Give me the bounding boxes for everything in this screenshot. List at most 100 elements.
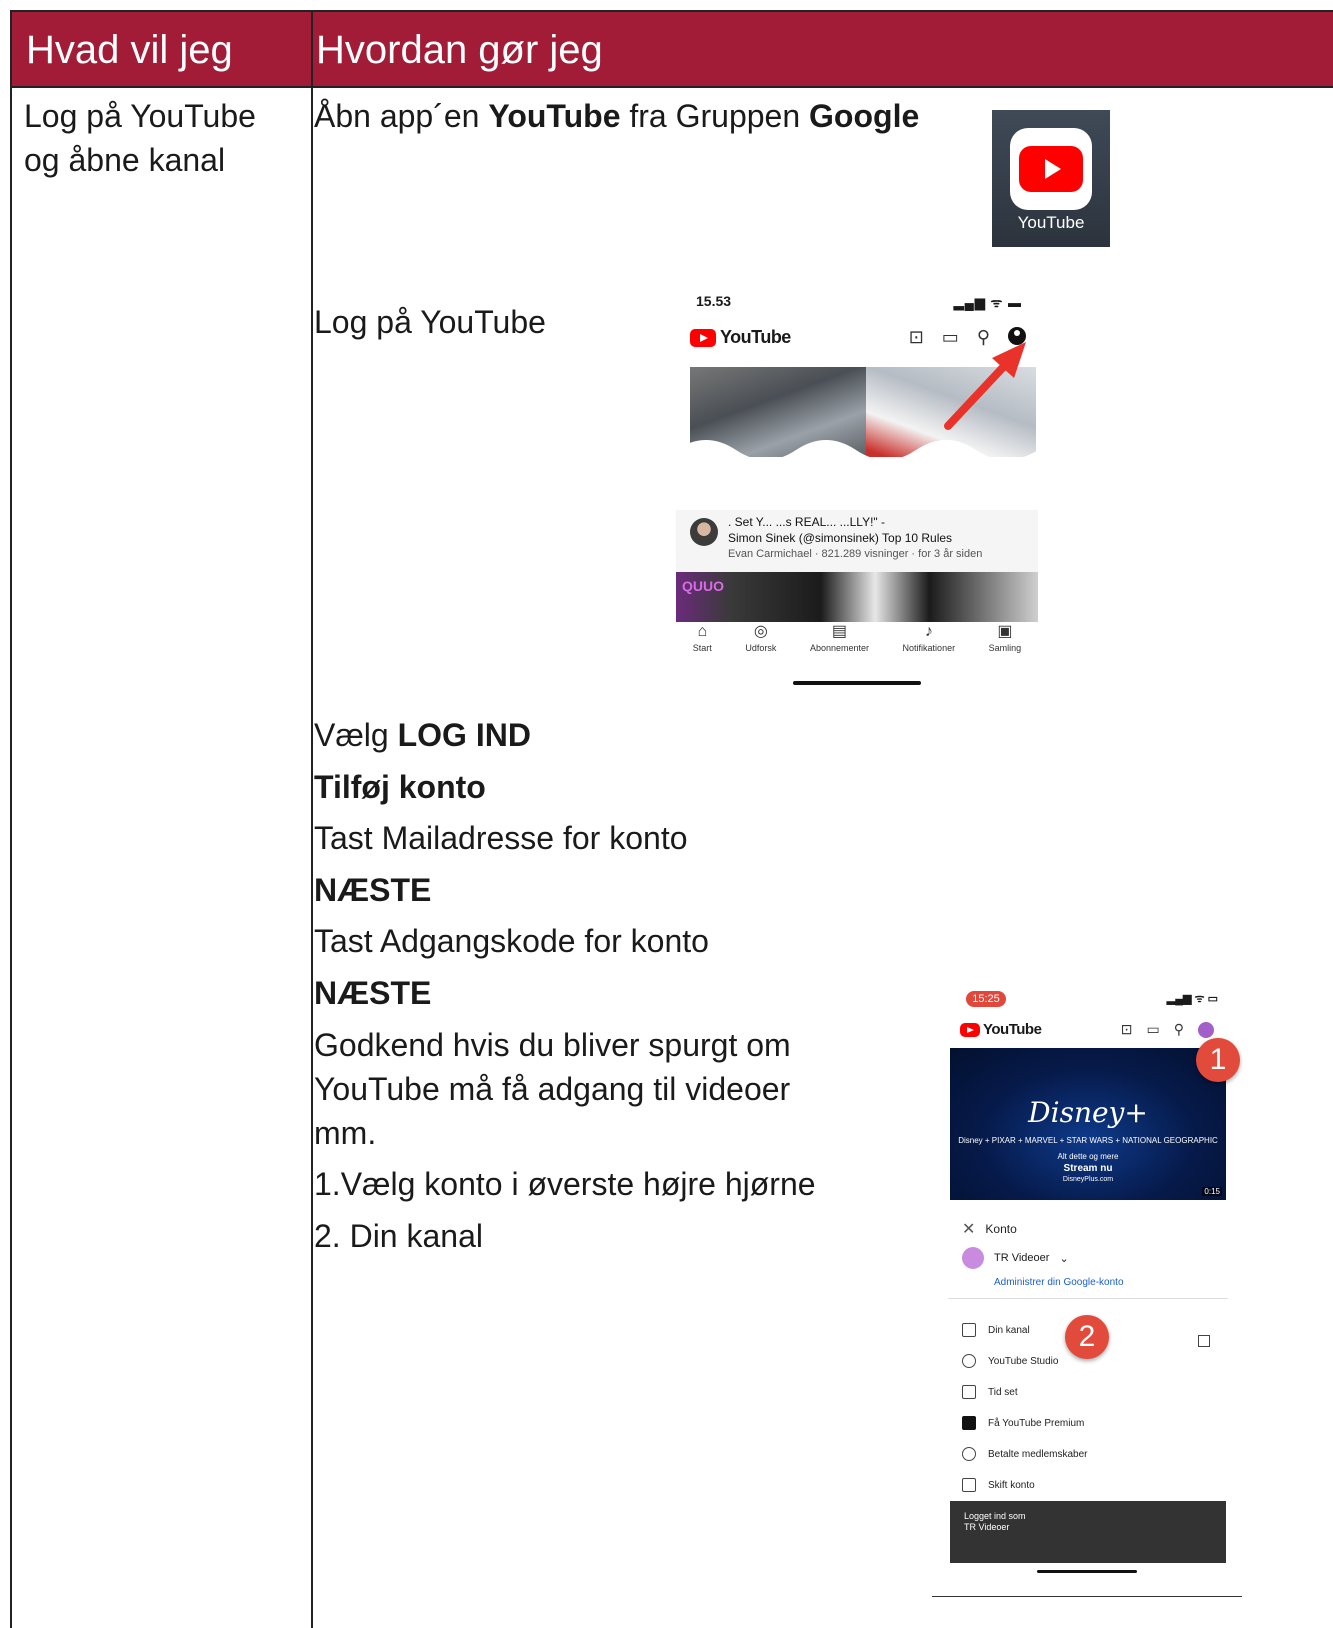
step-login: Log på YouTube — [314, 304, 546, 340]
banner-duration: 0:15 — [1202, 1187, 1222, 1196]
cast-icon[interactable]: ⊡ — [909, 327, 924, 348]
step-open-prefix: Åbn app´en — [314, 98, 489, 134]
menu-item-studio[interactable]: YouTube Studio — [962, 1354, 1058, 1368]
banner-partners: Disney + PIXAR + MARVEL + STAR WARS + NA… — [958, 1136, 1218, 1145]
status-time: 15.53 — [696, 293, 732, 309]
nav-notifications[interactable]: ♪ Notifikationer — [903, 623, 956, 663]
home-indicator — [1037, 1570, 1137, 1573]
nav-label: Start — [692, 643, 712, 653]
compass-icon: ◎ — [753, 623, 768, 640]
step-badge-2: 2 — [1065, 1315, 1109, 1359]
step-bold: LOG IND — [397, 717, 531, 753]
bell-icon: ♪ — [924, 623, 933, 640]
step-open-app: Åbn app´en YouTube fra Gruppen Google — [314, 94, 919, 139]
cast-icon[interactable]: ⊡ — [1121, 1021, 1133, 1038]
account-icon[interactable] — [1198, 1021, 1214, 1038]
nav-label: Notifikationer — [902, 643, 956, 653]
banner-line3: DisneyPlus.com — [1062, 1176, 1114, 1183]
account-menu-header: ✕ Konto — [962, 1219, 1017, 1239]
header-col-how: Hvordan gør jeg — [316, 28, 603, 72]
thumbnail-tag: QUUO — [682, 578, 724, 594]
divider — [948, 1298, 1228, 1299]
table-header: Hvad vil jeg Hvordan gør jeg — [12, 12, 1333, 88]
column-divider — [311, 12, 313, 1628]
library-icon: ▣ — [997, 623, 1013, 640]
youtube-logo: YouTube — [690, 327, 791, 348]
channel-icon — [962, 1323, 976, 1337]
banner-line2: Stream nu — [1063, 1163, 1113, 1174]
youtube-logo-tile — [1010, 128, 1092, 210]
step-approve-line3: mm. — [314, 1115, 377, 1151]
banner-line1: Alt dette og mere — [1057, 1152, 1119, 1161]
video-info[interactable]: . Set Y... ...s REAL... ...LLY!" - Simon… — [676, 510, 1038, 572]
video-title-line2: Simon Sinek (@simonsinek) Top 10 Rules — [728, 531, 953, 545]
switch-account-icon — [962, 1478, 976, 1492]
studio-gear-icon — [962, 1354, 976, 1368]
youtube-logo-text: YouTube — [720, 327, 791, 347]
video-thumbnail[interactable]: QUUO — [676, 572, 1038, 622]
disney-ad-banner[interactable]: Disney+ Disney + PIXAR + MARVEL + STAR W… — [950, 1048, 1226, 1200]
menu-item-label: Tid set — [988, 1386, 1018, 1398]
step-next-2: NÆSTE — [314, 975, 432, 1011]
step-open-group: Google — [809, 98, 920, 134]
youtube-logo-text: YouTube — [983, 1021, 1042, 1038]
manage-google-account-link[interactable]: Administrer din Google-konto — [994, 1277, 1124, 1288]
step-next-1: NÆSTE — [314, 872, 432, 908]
search-icon[interactable]: ⚲ — [1174, 1021, 1184, 1038]
step-add-account: Tilføj konto — [314, 769, 486, 805]
chart-icon — [962, 1385, 976, 1399]
close-icon[interactable]: ✕ — [962, 1219, 975, 1239]
account-row[interactable]: TR Videoer ⌄ — [962, 1247, 1069, 1269]
avatar — [962, 1247, 984, 1269]
red-arrow-icon — [944, 342, 1026, 430]
menu-item-premium[interactable]: Få YouTube Premium — [962, 1416, 1084, 1430]
channel-avatar[interactable] — [690, 518, 718, 546]
youtube-logo-icon — [690, 328, 716, 347]
step-enter-email: Tast Mailadresse for konto — [314, 820, 688, 856]
app-icon-label: YouTube — [1017, 213, 1085, 232]
task-line-2: og åbne kanal — [24, 142, 226, 178]
youtube-logo: YouTube — [960, 1021, 1042, 1038]
nav-library[interactable]: ▣ Samling — [989, 623, 1022, 663]
nav-start[interactable]: ⌂ Start — [693, 623, 712, 663]
subscriptions-icon: ▤ — [831, 623, 848, 640]
home-indicator — [793, 681, 921, 685]
nav-label: Samling — [988, 643, 1022, 653]
status-icons: ▂▄▆ ᯤ ▬ — [953, 295, 1022, 310]
step-open-middle: fra Gruppen — [620, 98, 810, 134]
image-underline — [932, 1596, 1242, 1597]
menu-item-label: Skift konto — [988, 1479, 1035, 1491]
menu-item-memberships[interactable]: Betalte medlemskaber — [962, 1447, 1088, 1461]
step-approve-line2: YouTube må få adgang til videoer — [314, 1071, 791, 1107]
toast-line2: TR Videoer — [964, 1522, 1010, 1532]
menu-item-label: Betalte medlemskaber — [988, 1448, 1088, 1460]
video-title-line1: . Set Y... ...s REAL... ...LLY!" - — [728, 515, 885, 529]
nav-label: Abonnementer — [809, 643, 869, 653]
menu-item-your-channel[interactable]: Din kanal — [962, 1323, 1030, 1337]
nav-label: Udforsk — [745, 643, 777, 653]
video-title[interactable]: . Set Y... ...s REAL... ...LLY!" - Simon… — [728, 514, 952, 546]
camera-icon[interactable]: ▭ — [1147, 1021, 1160, 1038]
account-name: TR Videoer — [994, 1252, 1050, 1264]
external-link-icon — [1198, 1335, 1210, 1347]
step-your-channel: 2. Din kanal — [314, 1218, 483, 1254]
step-approve-line1: Godkend hvis du bliver spurgt om — [314, 1027, 791, 1063]
header-col-what: Hvad vil jeg — [26, 28, 233, 72]
step-badge-1: 1 — [1196, 1038, 1240, 1082]
nav-explore[interactable]: ◎ Udforsk — [745, 623, 776, 663]
bottom-nav: ⌂ Start ◎ Udforsk ▤ Abonnementer ♪ Notifikat… — [676, 623, 1038, 663]
play-icon — [1019, 146, 1083, 192]
menu-item-switch-account[interactable]: Skift konto — [962, 1478, 1035, 1492]
menu-item-time-watched[interactable]: Tid set — [962, 1385, 1018, 1399]
dollar-icon — [962, 1447, 976, 1461]
status-time: 15:25 — [966, 991, 1006, 1007]
menu-title: Konto — [985, 1222, 1017, 1236]
menu-item-label: Få YouTube Premium — [988, 1417, 1085, 1429]
toast-line1: Logget ind som — [964, 1511, 1026, 1521]
step-open-app-name: YouTube — [488, 98, 621, 134]
chevron-down-icon: ⌄ — [1059, 1252, 1069, 1265]
menu-item-label: YouTube Studio — [988, 1355, 1059, 1367]
nav-subscriptions[interactable]: ▤ Abonnementer — [810, 623, 869, 663]
menu-item-label: Din kanal — [988, 1324, 1030, 1336]
youtube-app-icon: YouTube — [992, 110, 1110, 247]
